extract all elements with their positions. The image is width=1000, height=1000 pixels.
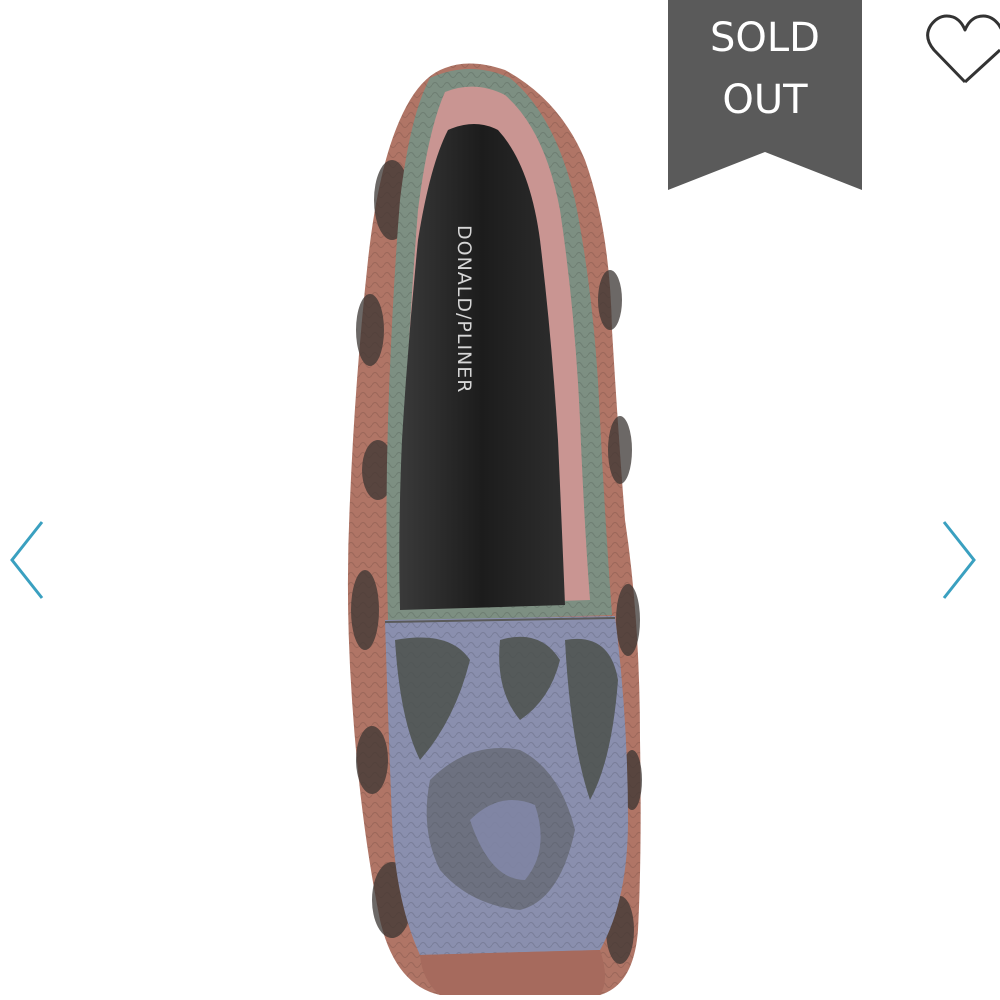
chevron-left-icon[interactable]	[6, 518, 50, 602]
previous-image-button[interactable]	[6, 518, 50, 602]
sold-out-line2: OUT	[722, 77, 808, 123]
heart-outline-icon[interactable]	[925, 12, 1000, 86]
product-gallery: DONALD/PLINER SOLD OUT	[0, 0, 1000, 1000]
chevron-right-icon[interactable]	[938, 518, 982, 602]
sold-out-line1: SOLD	[710, 15, 820, 61]
next-image-button[interactable]	[938, 518, 982, 602]
sold-out-badge: SOLD OUT	[668, 0, 862, 190]
brand-print: DONALD/PLINER	[453, 225, 475, 393]
favorite-button[interactable]	[925, 12, 1000, 86]
